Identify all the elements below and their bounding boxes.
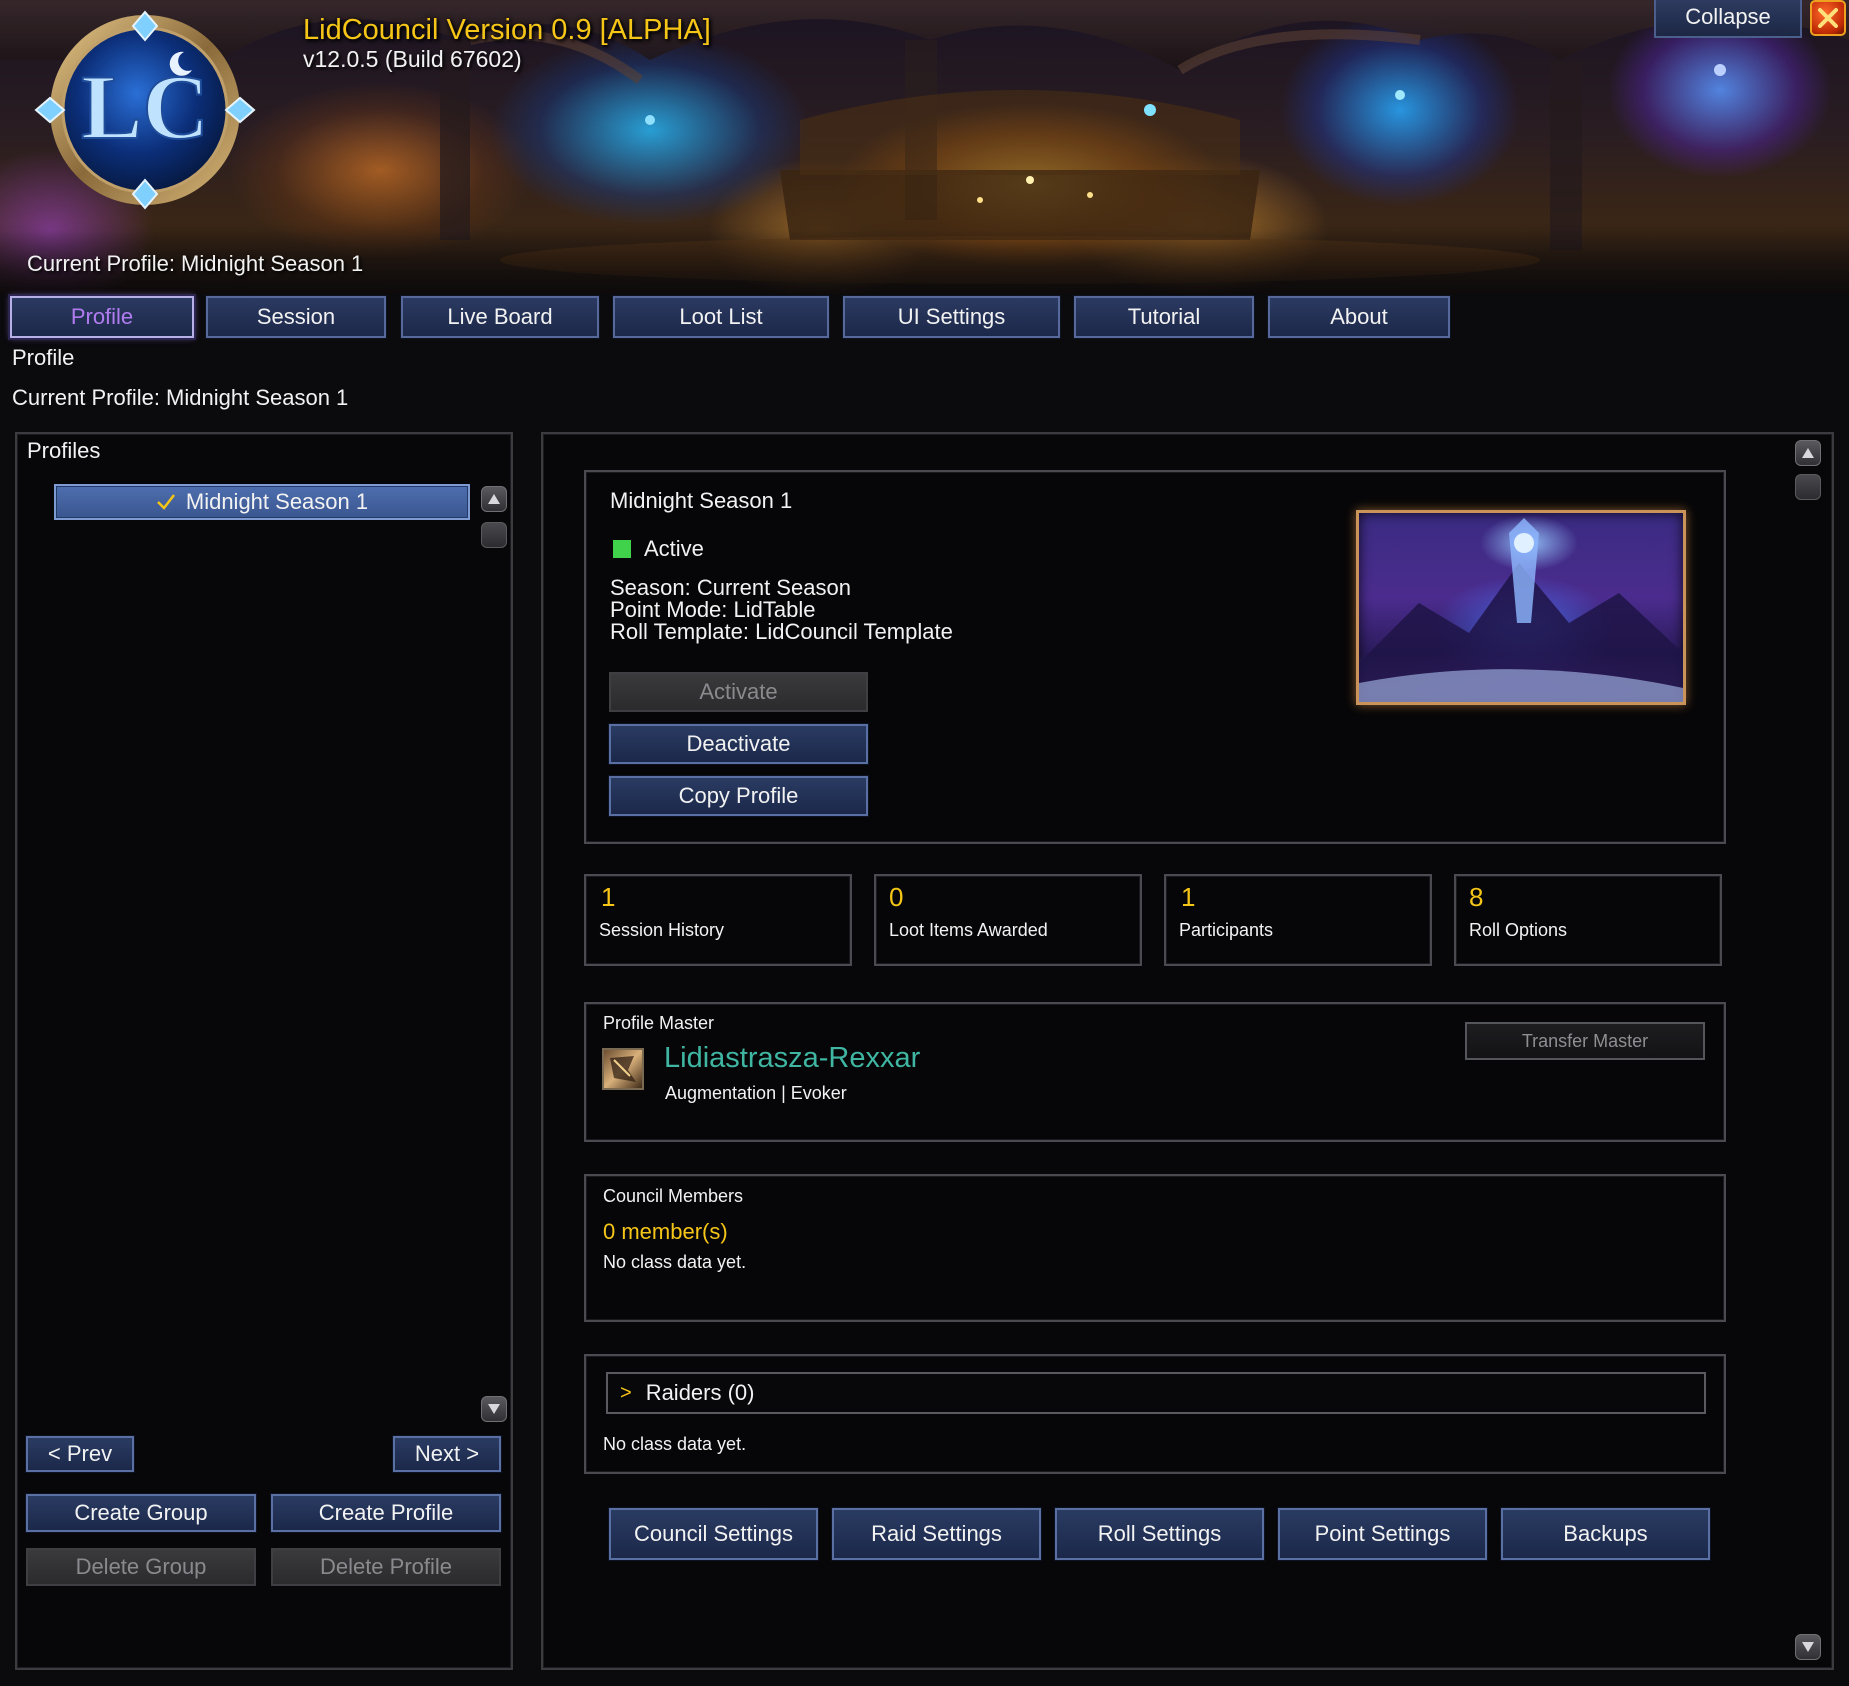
arrow-up-icon (488, 494, 500, 504)
tab-session[interactable]: Session (206, 296, 386, 338)
tab-ui-settings[interactable]: UI Settings (843, 296, 1060, 338)
profile-master-heading: Profile Master (603, 1013, 715, 1033)
stat-value: 0 (889, 882, 904, 912)
point-settings-button[interactable]: Point Settings (1278, 1508, 1487, 1560)
stat-value: 8 (1469, 882, 1484, 912)
profile-artwork-image (1359, 518, 1683, 702)
council-members-card (584, 1174, 1726, 1322)
master-spec: Augmentation | Evoker (665, 1083, 847, 1103)
status-text: Active (644, 536, 704, 561)
create-group-button[interactable]: Create Group (26, 1494, 256, 1532)
profile-list-item-label: Midnight Season 1 (185, 489, 369, 514)
deactivate-button[interactable]: Deactivate (609, 724, 868, 764)
transfer-master-button[interactable]: Transfer Master (1465, 1022, 1705, 1060)
page-title: Profile (12, 345, 75, 370)
detail-scroll-down-button[interactable] (1795, 1634, 1821, 1660)
expand-arrow-icon: > (620, 1381, 632, 1404)
arrow-down-icon (488, 1404, 500, 1414)
avatar (602, 1048, 644, 1090)
tab-loot-list[interactable]: Loot List (613, 296, 829, 338)
app-title: LidCouncil Version 0.9 [ALPHA] (303, 14, 711, 46)
collapse-button[interactable]: Collapse (1654, 0, 1802, 38)
profile-artwork (1356, 510, 1686, 705)
app-build: v12.0.5 (Build 67602) (303, 46, 522, 72)
tab-about[interactable]: About (1268, 296, 1450, 338)
activate-button[interactable]: Activate (609, 672, 868, 712)
close-icon (1818, 8, 1838, 28)
raiders-label: Raiders (0) (645, 1380, 755, 1405)
profiles-scroll-down-button[interactable] (481, 1396, 507, 1422)
raid-settings-button[interactable]: Raid Settings (832, 1508, 1041, 1560)
profiles-heading: Profiles (27, 438, 101, 463)
profile-list-item[interactable]: Midnight Season 1 (54, 484, 470, 520)
profile-name: Midnight Season 1 (610, 488, 793, 513)
banner-current-profile: Current Profile: Midnight Season 1 (27, 251, 364, 276)
evoker-class-icon (610, 1056, 636, 1082)
roll-template-text: Roll Template: LidCouncil Template (610, 619, 953, 644)
profiles-scroll-thumb[interactable] (481, 522, 507, 548)
council-settings-button[interactable]: Council Settings (609, 1508, 818, 1560)
master-name: Lidiastrasza-Rexxar (664, 1042, 921, 1074)
detail-scroll-thumb[interactable] (1795, 474, 1821, 500)
copy-profile-button[interactable]: Copy Profile (609, 776, 868, 816)
profiles-panel (15, 432, 513, 1670)
council-no-data: No class data yet. (603, 1252, 747, 1272)
arrow-up-icon (1802, 448, 1814, 458)
raiders-toggle[interactable]: > Raiders (0) (606, 1372, 1706, 1414)
stat-label: Roll Options (1469, 920, 1568, 940)
prev-button[interactable]: < Prev (26, 1436, 134, 1472)
stat-label: Loot Items Awarded (889, 920, 1048, 940)
stat-label: Participants (1179, 920, 1274, 940)
stat-label: Session History (599, 920, 725, 940)
close-button[interactable] (1810, 0, 1846, 36)
raiders-no-data: No class data yet. (603, 1434, 747, 1454)
council-members-heading: Council Members (603, 1186, 744, 1206)
tab-tutorial[interactable]: Tutorial (1074, 296, 1254, 338)
tab-live-board[interactable]: Live Board (401, 296, 599, 338)
delete-group-button[interactable]: Delete Group (26, 1548, 256, 1586)
status-indicator (613, 540, 631, 558)
checkmark-icon (156, 494, 175, 510)
stat-value: 1 (601, 882, 616, 912)
backups-button[interactable]: Backups (1501, 1508, 1710, 1560)
arrow-down-icon (1802, 1642, 1814, 1652)
roll-settings-button[interactable]: Roll Settings (1055, 1508, 1264, 1560)
council-member-count: 0 member(s) (603, 1219, 728, 1244)
page-current-profile: Current Profile: Midnight Season 1 (12, 385, 349, 410)
create-profile-button[interactable]: Create Profile (271, 1494, 501, 1532)
profiles-scroll-up-button[interactable] (481, 486, 507, 512)
lidcouncil-logo: LC (34, 10, 256, 210)
detail-scroll-up-button[interactable] (1795, 440, 1821, 466)
next-button[interactable]: Next > (393, 1436, 501, 1472)
stat-value: 1 (1181, 882, 1196, 912)
delete-profile-button[interactable]: Delete Profile (271, 1548, 501, 1586)
tab-profile[interactable]: Profile (10, 296, 194, 338)
